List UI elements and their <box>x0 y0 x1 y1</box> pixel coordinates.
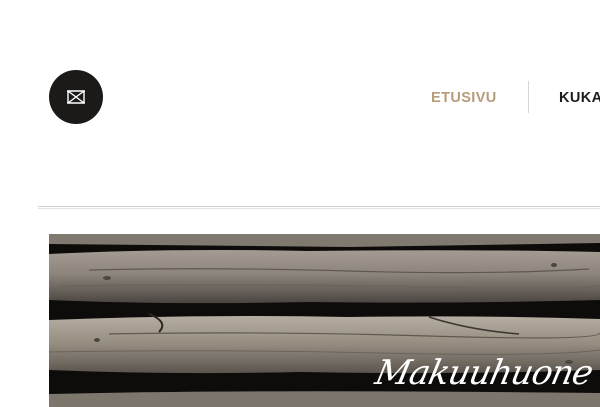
header-divider <box>38 206 600 209</box>
nav-divider <box>528 81 529 113</box>
nav-item-kuka[interactable]: KUKA <box>559 90 600 106</box>
hero-image: Makuuhuone <box>49 234 600 407</box>
site-header: ETUSIVU KUKA <box>0 0 600 210</box>
nav-item-etusivu[interactable]: ETUSIVU <box>431 90 497 106</box>
main-navigation: ETUSIVU KUKA <box>0 0 600 130</box>
hero-script-title: Makuuhuone <box>371 353 597 393</box>
